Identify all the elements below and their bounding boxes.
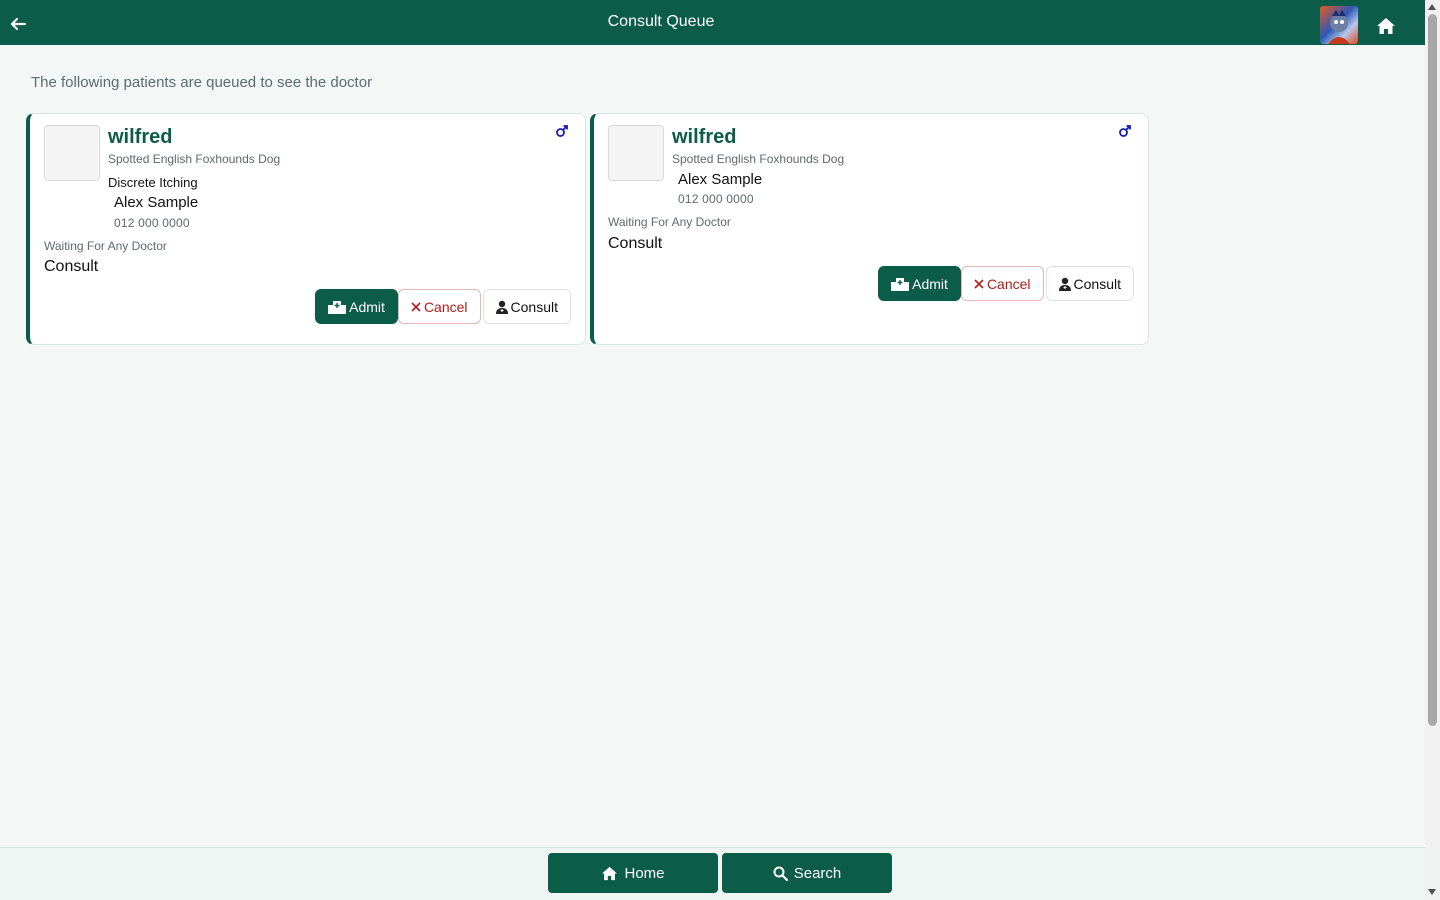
home-icon bbox=[602, 866, 618, 880]
owner-name: Alex Sample bbox=[678, 171, 763, 188]
close-icon bbox=[974, 278, 984, 289]
consult-button[interactable]: Consult bbox=[482, 289, 571, 324]
male-icon bbox=[1119, 125, 1131, 137]
top-bar: Consult Queue bbox=[0, 0, 1425, 45]
patient-card: wilfred Spotted English Foxhounds Dog Al… bbox=[590, 113, 1149, 345]
consult-label: Consult bbox=[510, 298, 558, 315]
consult-button[interactable]: Consult bbox=[1045, 266, 1134, 301]
nav-home-button[interactable]: Home bbox=[548, 853, 718, 893]
scroll-thumb[interactable] bbox=[1428, 14, 1437, 726]
user-avatar[interactable] bbox=[1320, 6, 1358, 44]
nav-search-button[interactable]: Search bbox=[722, 853, 892, 893]
doctor-icon bbox=[495, 300, 508, 314]
page-title: Consult Queue bbox=[607, 13, 715, 30]
admit-button[interactable]: Admit bbox=[878, 266, 961, 301]
close-icon bbox=[411, 301, 421, 312]
scrollbar[interactable] bbox=[1425, 0, 1440, 900]
owner-name: Alex Sample bbox=[114, 194, 199, 211]
cancel-label: Cancel bbox=[986, 275, 1031, 292]
bottom-nav: Home Search bbox=[0, 847, 1425, 900]
hospital-icon bbox=[891, 277, 910, 291]
pet-photo bbox=[608, 125, 664, 181]
admit-button[interactable]: Admit bbox=[315, 289, 398, 324]
scroll-up-arrow-icon[interactable] bbox=[1428, 4, 1436, 10]
card-actions: Admit Cancel Consult bbox=[315, 289, 571, 324]
consult-label: Consult bbox=[1073, 275, 1121, 292]
male-icon bbox=[556, 125, 568, 137]
admit-label: Admit bbox=[912, 275, 948, 292]
owner-phone: 012 000 0000 bbox=[114, 216, 190, 230]
search-icon bbox=[773, 866, 788, 881]
card-actions: Admit Cancel Consult bbox=[878, 266, 1134, 301]
cancel-button[interactable]: Cancel bbox=[960, 266, 1044, 301]
consult-type: Consult bbox=[608, 235, 663, 252]
pet-breed: Spotted English Foxhounds Dog bbox=[108, 152, 281, 166]
doctor-icon bbox=[1058, 277, 1071, 291]
cancel-label: Cancel bbox=[423, 298, 468, 315]
patient-card: wilfred Spotted English Foxhounds Dog Di… bbox=[26, 113, 586, 345]
presenting-complaint: Discrete Itching bbox=[108, 175, 198, 190]
nav-search-label: Search bbox=[793, 864, 842, 882]
pet-breed: Spotted English Foxhounds Dog bbox=[672, 152, 845, 166]
consult-type: Consult bbox=[44, 258, 99, 275]
admit-label: Admit bbox=[349, 298, 385, 315]
scroll-down-arrow-icon[interactable] bbox=[1428, 889, 1436, 895]
hospital-icon bbox=[328, 300, 347, 314]
owner-phone: 012 000 0000 bbox=[678, 192, 754, 206]
pet-name[interactable]: wilfred bbox=[672, 126, 736, 149]
queue-intro-text: The following patients are queued to see… bbox=[31, 74, 373, 91]
pet-photo bbox=[44, 125, 100, 181]
nav-home-label: Home bbox=[624, 864, 665, 882]
cancel-button[interactable]: Cancel bbox=[397, 289, 481, 324]
waiting-status: Waiting For Any Doctor bbox=[44, 239, 167, 253]
pet-name[interactable]: wilfred bbox=[108, 126, 172, 149]
home-icon[interactable] bbox=[1376, 16, 1396, 36]
waiting-status: Waiting For Any Doctor bbox=[608, 215, 731, 229]
